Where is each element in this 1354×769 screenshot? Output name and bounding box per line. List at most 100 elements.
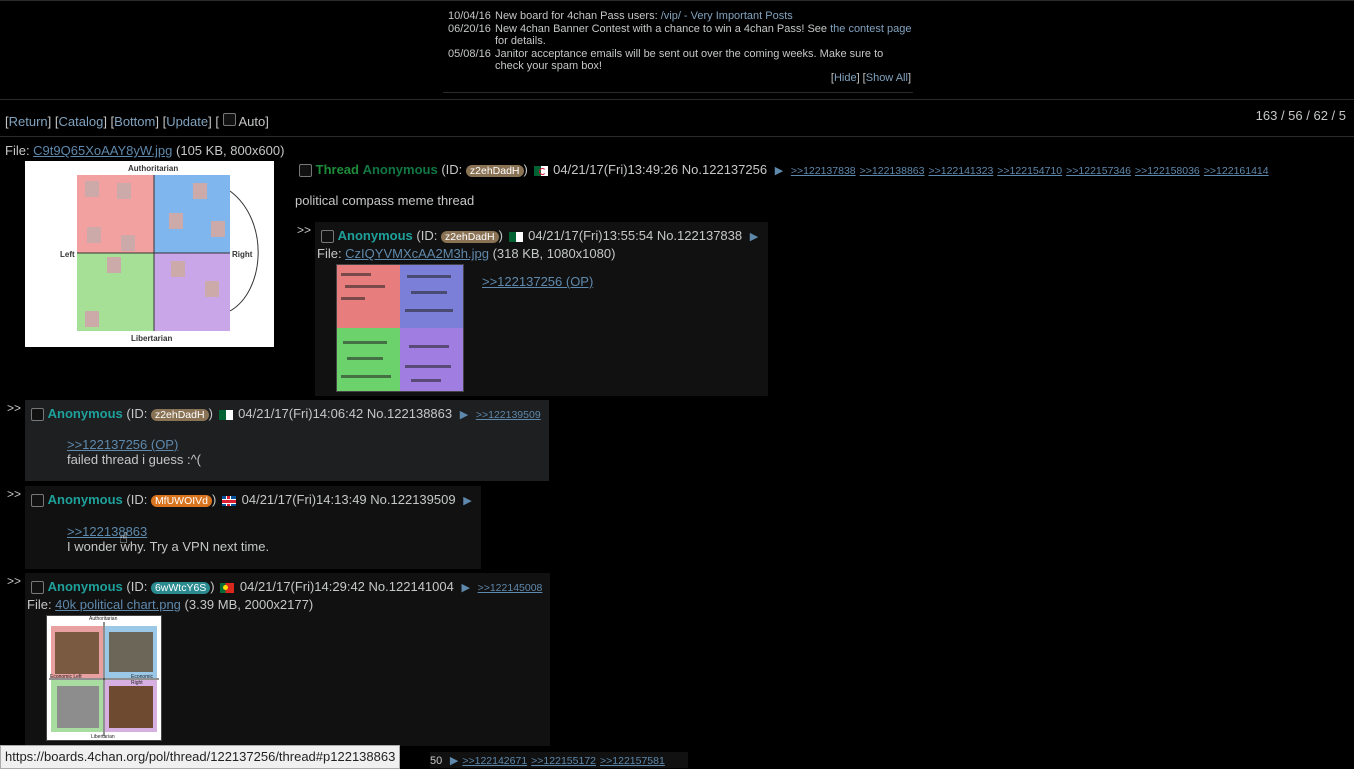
thread-stats: 163 / 56 / 62 / 5 (1255, 108, 1346, 123)
reply-indicator: >> (7, 401, 22, 415)
catalog-link[interactable]: Catalog (59, 114, 104, 129)
post-menu-arrow-icon[interactable]: ▶ (775, 165, 783, 177)
update-link[interactable]: Update (166, 114, 208, 129)
file-label: File: (317, 246, 346, 261)
post-datetime: 04/21/17(Fri)14:13:49 (241, 492, 367, 507)
reply-post: Anonymous (ID: z2ehDadH) 04/21/17(Fri)14… (25, 400, 549, 481)
partial-reply-post: 50 ▶ >>122142671 >>122155172 >>122157581 (430, 752, 688, 768)
post-number[interactable]: No.122139509 (370, 492, 455, 507)
reply-thumbnail[interactable]: Authoritarian Libertarian Economic Left … (46, 615, 162, 741)
announcement-text: New board for 4chan Pass users: (495, 10, 661, 22)
op-post-number[interactable]: No.122137256 (682, 162, 767, 177)
backlink[interactable]: >>122154710 (997, 165, 1062, 177)
op-quote-link[interactable]: >>122137256 (OP) (482, 274, 593, 289)
post-comment: failed thread i guess :^( (67, 452, 202, 467)
file-label: File: (5, 143, 34, 158)
portugal-flag-icon (220, 582, 235, 593)
compass-right-label: Right (232, 250, 253, 259)
partial-post-number: 50 (430, 755, 443, 767)
reply-header: Anonymous (ID: 6wWtcY6S) 04/21/17(Fri)14… (31, 579, 543, 595)
file-info-line: File: 40k political chart.png (3.39 MB, … (27, 597, 313, 612)
backlink[interactable]: >>122142671 (462, 755, 527, 767)
auto-update-checkbox[interactable] (222, 113, 236, 127)
post-number[interactable]: No.122138863 (367, 406, 452, 421)
post-number[interactable]: No.122137838 (657, 228, 742, 243)
chart-left-label: Economic Left (50, 674, 82, 680)
reply-select-checkbox[interactable] (321, 230, 334, 244)
return-link[interactable]: Return (9, 114, 48, 129)
op-subject: Thread (315, 162, 359, 177)
announcement-date: 05/08/16 (448, 48, 491, 60)
post-comment: I wonder why. Try a VPN next time. (67, 539, 270, 554)
show-all-link[interactable]: Show All (866, 72, 908, 84)
browser-status-url: https://boards.4chan.org/pol/thread/1221… (0, 745, 401, 769)
post-datetime: 04/21/17(Fri)14:06:42 (238, 406, 364, 421)
op-quote-link[interactable]: >>122137256 (OP) (67, 437, 178, 452)
file-info: (3.39 MB, 2000x2177) (180, 597, 314, 612)
poster-id[interactable]: z2ehDadH (465, 165, 524, 177)
post-number[interactable]: No.122141004 (369, 579, 454, 594)
file-link[interactable]: 40k political chart.png (55, 597, 181, 612)
op-header: Thread Anonymous (ID: z2ehDadH) 04/21/17… (299, 162, 1269, 178)
poster-id[interactable]: z2ehDadH (150, 409, 209, 421)
post-menu-arrow-icon[interactable]: ▶ (750, 231, 758, 243)
auto-label: Auto (238, 114, 266, 129)
vip-board-link[interactable]: /vip/ - Very Important Posts (661, 10, 793, 22)
announcement-date: 10/04/16 (448, 10, 491, 22)
reply-indicator: >> (7, 487, 22, 501)
poster-id[interactable]: 6wWtcY6S (150, 582, 211, 594)
post-datetime: 04/21/17(Fri)14:29:42 (239, 579, 365, 594)
post-menu-arrow-icon[interactable]: ▶ (450, 755, 458, 767)
algeria-flag-icon (508, 231, 523, 242)
reply-post: Anonymous (ID: z2ehDadH) 04/21/17(Fri)13… (315, 222, 768, 396)
reply-indicator: >> (297, 223, 312, 237)
poster-name: Anonymous (47, 579, 123, 594)
post-menu-arrow-icon[interactable]: ▶ (463, 495, 471, 507)
op-comment: political compass meme thread (295, 193, 475, 208)
op-datetime: 04/21/17(Fri)13:49:26 (553, 162, 679, 177)
quote-link[interactable]: >>122138863 (67, 524, 147, 539)
backlink[interactable]: >>122157346 (1066, 165, 1131, 177)
announcement-box: 10/04/16 New board for 4chan Pass users:… (443, 0, 913, 93)
poster-id[interactable]: z2ehDadH (440, 231, 499, 243)
op-select-checkbox[interactable] (299, 164, 312, 178)
backlink[interactable]: >>122138863 (860, 165, 925, 177)
mouse-cursor-icon: ☝ (119, 530, 129, 547)
iceland-flag-icon (222, 495, 236, 506)
contest-page-link[interactable]: the contest page (830, 23, 911, 35)
poster-name: Anonymous (337, 228, 413, 243)
post-menu-arrow-icon[interactable]: ▶ (461, 582, 469, 594)
announcement-text: New 4chan Banner Contest with a chance t… (495, 23, 831, 35)
file-label: File: (27, 597, 56, 612)
backlink[interactable]: >>122137838 (791, 165, 856, 177)
op-file-link[interactable]: C9t9Q65XoAAY8yW.jpg (33, 143, 172, 158)
nav-links: [Return] [Catalog] [Bottom] [Update] [ A… (5, 113, 269, 129)
reply-indicator: >> (7, 574, 22, 588)
compass-bottom-label: Libertarian (131, 334, 173, 343)
op-thumbnail[interactable]: Authoritarian Libertarian Left Right (25, 161, 274, 347)
reply-post: Anonymous (ID: MfUWOIVd) 04/21/17(Fri)14… (25, 486, 481, 569)
reply-select-checkbox[interactable] (31, 494, 44, 508)
backlink[interactable]: >>122158036 (1135, 165, 1200, 177)
poster-name: Anonymous (47, 406, 123, 421)
bottom-link[interactable]: Bottom (114, 114, 155, 129)
backlink[interactable]: >>122161414 (1204, 165, 1269, 177)
algeria-flag-icon (533, 165, 548, 176)
announcement-date: 06/20/16 (448, 23, 491, 35)
reply-thumbnail[interactable] (336, 264, 464, 392)
backlink[interactable]: >>122141323 (928, 165, 993, 177)
backlink[interactable]: >>122155172 (531, 755, 596, 767)
chart-top-label: Authoritarian (89, 616, 118, 622)
post-menu-arrow-icon[interactable]: ▶ (460, 409, 468, 421)
hide-link[interactable]: Hide (834, 72, 857, 84)
reply-select-checkbox[interactable] (31, 581, 44, 595)
backlink[interactable]: >>122157581 (600, 755, 665, 767)
thread-navbar: [Return] [Catalog] [Bottom] [Update] [ A… (0, 99, 1354, 137)
file-link[interactable]: CzIQYVMXcAA2M3h.jpg (345, 246, 489, 261)
poster-id[interactable]: MfUWOIVd (150, 495, 213, 507)
reply-header: Anonymous (ID: z2ehDadH) 04/21/17(Fri)13… (321, 228, 758, 244)
file-info: (105 KB, 800x600) (172, 143, 285, 158)
backlink[interactable]: >>122145008 (478, 582, 543, 594)
reply-select-checkbox[interactable] (31, 408, 44, 422)
backlink[interactable]: >>122139509 (476, 409, 541, 421)
